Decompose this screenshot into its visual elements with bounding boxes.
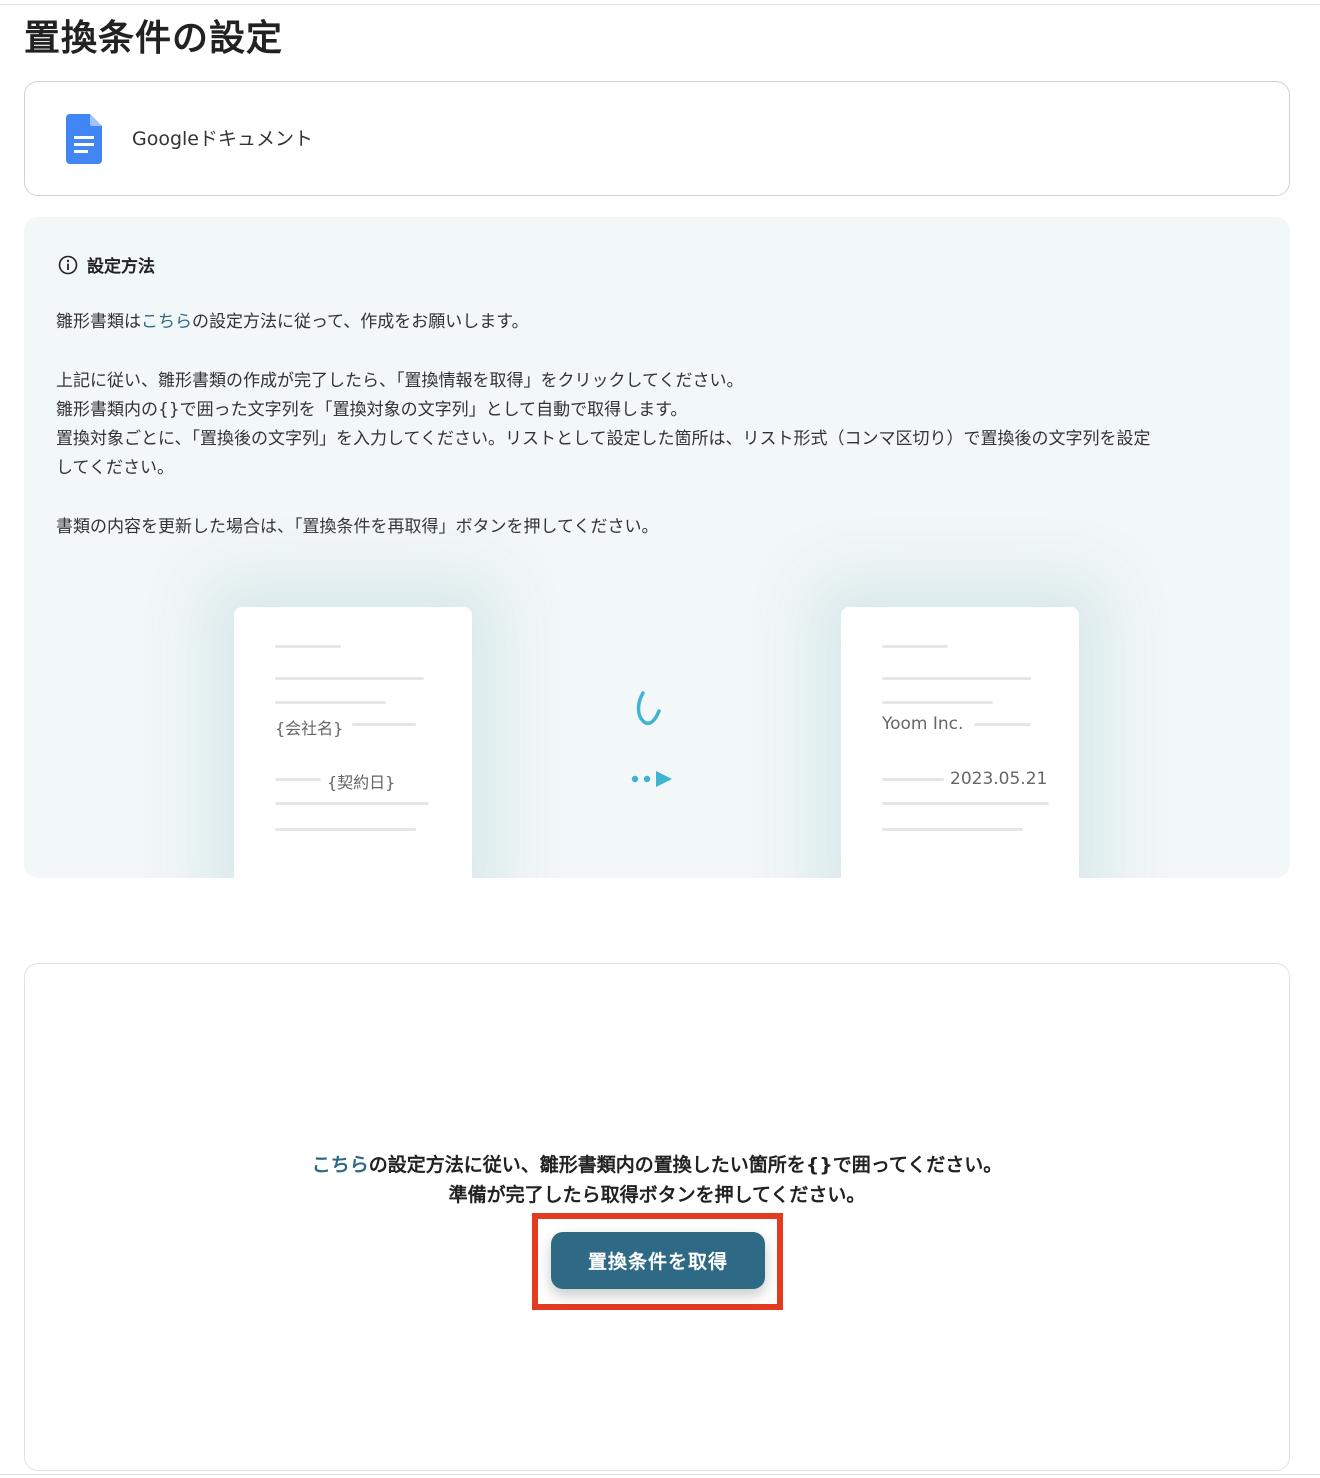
page-title: 置換条件の設定 xyxy=(24,18,284,59)
instruction-line-3: 雛形書類内の{}で囲った文字列を「置換対象の文字列」として自動で取得します。 xyxy=(56,400,688,420)
top-divider xyxy=(0,4,1320,5)
fetch-conditions-card: こちらの設定方法に従い、雛形書類内の置換したい箇所を{}で囲ってください。 準備… xyxy=(24,963,1290,1471)
instruction-text: の設定方法に従って、作成をお願いします。 xyxy=(192,312,529,332)
template-placeholder-company: {会社名} xyxy=(275,719,344,738)
instruction-line-5: してください。 xyxy=(56,458,174,478)
app-card: Googleドキュメント xyxy=(24,81,1290,196)
result-contract-date: 2023.05.21 xyxy=(950,769,1048,789)
result-company-name: Yoom Inc. xyxy=(882,714,964,734)
instructions-title: 設定方法 xyxy=(87,257,155,277)
google-docs-icon xyxy=(66,114,102,164)
setup-instructions-panel: 設定方法 雛形書類はこちらの設定方法に従って、作成をお願いします。 上記に従い、… xyxy=(24,217,1290,878)
template-placeholder-date: {契約日} xyxy=(327,773,396,792)
instruction-line-1: 雛形書類はこちらの設定方法に従って、作成をお願いします。 xyxy=(56,308,529,337)
template-document: {会社名} {契約日} xyxy=(234,607,472,878)
info-icon xyxy=(58,255,78,274)
fetch-guide-link[interactable]: こちら xyxy=(312,1154,369,1176)
replace-arrow-icon xyxy=(631,691,672,787)
instruction-line-4: 置換対象ごとに、「置換後の文字列」を入力してください。リストとして設定した箇所は… xyxy=(56,429,1151,449)
fetch-conditions-button[interactable]: 置換条件を取得 xyxy=(551,1232,765,1289)
fetch-instruction-text: の設定方法に従い、雛形書類内の置換したい箇所を{}で囲ってください。 xyxy=(368,1154,1003,1176)
template-guide-link[interactable]: こちら xyxy=(141,312,192,332)
instruction-line-2: 上記に従い、雛形書類の作成が完了したら、「置換情報を取得」をクリックしてください… xyxy=(56,371,744,391)
app-name: Googleドキュメント xyxy=(132,128,314,150)
bottom-divider xyxy=(0,1474,1320,1475)
fetch-instruction-line-1: こちらの設定方法に従い、雛形書類内の置換したい箇所を{}で囲ってください。 xyxy=(25,1150,1289,1180)
instruction-text: 雛形書類は xyxy=(56,312,141,332)
fetch-instruction-line-2: 準備が完了したら取得ボタンを押してください。 xyxy=(448,1184,866,1206)
result-document: Yoom Inc. 2023.05.21 xyxy=(841,607,1079,878)
replacement-illustration: {会社名} {契約日} Yoom Inc. 2023.05.21 xyxy=(164,583,1164,878)
instruction-line-6: 書類の内容を更新した場合は、「置換条件を再取得」ボタンを押してください。 xyxy=(56,517,659,537)
instructions-header: 設定方法 xyxy=(58,252,155,277)
